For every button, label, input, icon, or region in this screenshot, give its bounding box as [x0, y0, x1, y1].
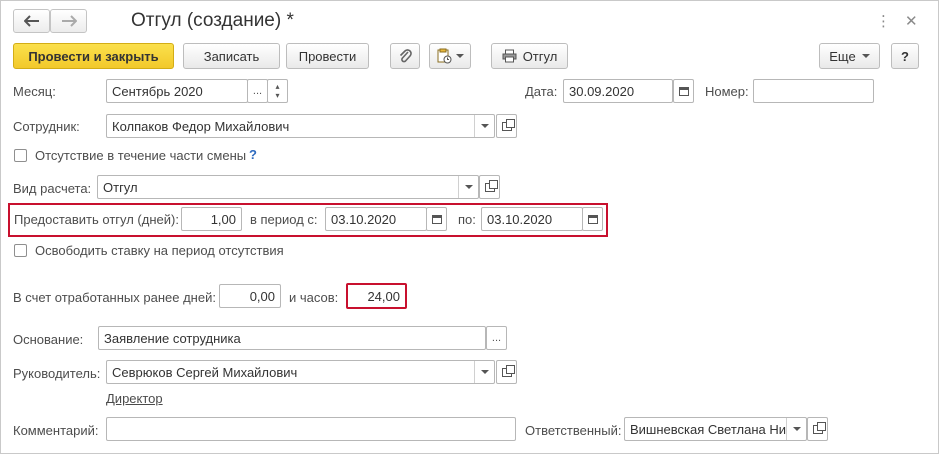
- close-icon[interactable]: ✕: [905, 12, 918, 30]
- hours-label: и часов:: [289, 290, 339, 305]
- manager-label: Руководитель:: [13, 366, 101, 381]
- month-select-button[interactable]: ...: [247, 79, 268, 103]
- number-label: Номер:: [705, 84, 749, 99]
- save-button[interactable]: Записать: [183, 43, 280, 69]
- comment-field[interactable]: [106, 417, 516, 441]
- grant-days-field[interactable]: 1,00: [181, 207, 242, 231]
- more-button[interactable]: Еще: [819, 43, 880, 69]
- release-rate-checkbox[interactable]: [14, 244, 27, 257]
- responsible-open-button[interactable]: [807, 417, 828, 441]
- period-from-label: в период с:: [250, 212, 318, 227]
- calc-type-label: Вид расчета:: [13, 181, 92, 196]
- attach-button[interactable]: [390, 43, 420, 69]
- basis-field[interactable]: Заявление сотрудника: [98, 326, 486, 350]
- back-button[interactable]: [13, 9, 50, 33]
- forward-button[interactable]: [50, 9, 87, 33]
- date-calendar-button[interactable]: [673, 79, 694, 103]
- worked-days-field[interactable]: 0,00: [219, 284, 281, 308]
- chevron-down-icon: [464, 185, 473, 189]
- down-arrow-icon: ▾: [275, 91, 280, 100]
- date-field[interactable]: 30.09.2020: [563, 79, 673, 103]
- responsible-value: Вишневская Светлана Ни: [630, 421, 786, 437]
- document-add-icon: [437, 48, 452, 64]
- calendar-icon: [678, 86, 689, 96]
- period-from-field[interactable]: 03.10.2020: [325, 207, 427, 231]
- period-to-calendar-button[interactable]: [582, 207, 603, 231]
- printer-icon: [502, 49, 517, 63]
- worked-days-label: В счет отработанных ранее дней:: [13, 290, 216, 305]
- month-stepper[interactable]: ▴ ▾: [267, 79, 288, 103]
- open-icon: [501, 118, 515, 131]
- calc-type-value: Отгул: [103, 179, 138, 195]
- chevron-down-icon: [861, 54, 870, 58]
- window-title: Отгул (создание) *: [131, 10, 294, 31]
- grant-days-label: Предоставить отгул (дней):: [14, 212, 179, 227]
- help-button[interactable]: ?: [891, 43, 919, 69]
- calendar-icon: [431, 214, 442, 224]
- calendar-icon: [587, 214, 598, 224]
- more-actions-icon[interactable]: ⋮: [876, 12, 891, 30]
- post-button[interactable]: Провести: [286, 43, 369, 69]
- chevron-down-icon: [456, 54, 464, 58]
- period-to-label: по:: [458, 212, 476, 227]
- more-label: Еще: [829, 48, 856, 64]
- create-based-on-button[interactable]: [429, 43, 471, 69]
- partial-shift-help-icon[interactable]: ?: [249, 147, 257, 162]
- number-field[interactable]: [753, 79, 874, 103]
- chevron-down-icon: [480, 124, 489, 128]
- paperclip-icon: [399, 49, 412, 63]
- date-label: Дата:: [525, 84, 558, 99]
- manager-position-link[interactable]: Директор: [106, 391, 163, 406]
- hours-field[interactable]: 24,00: [346, 283, 407, 309]
- partial-shift-label: Отсутствие в течение части смены: [35, 148, 247, 163]
- print-label: Отгул: [522, 48, 558, 64]
- manager-value: Севрюков Сергей Михайлович: [112, 364, 298, 380]
- responsible-label: Ответственный:: [525, 423, 622, 438]
- employee-open-button[interactable]: [496, 114, 517, 138]
- comment-label: Комментарий:: [13, 423, 99, 438]
- chevron-down-icon: [480, 370, 489, 374]
- employee-label: Сотрудник:: [13, 119, 80, 134]
- basis-select-button[interactable]: ...: [486, 326, 507, 350]
- manager-open-button[interactable]: [496, 360, 517, 384]
- open-icon: [484, 179, 498, 192]
- calc-type-open-button[interactable]: [479, 175, 500, 199]
- period-from-calendar-button[interactable]: [426, 207, 447, 231]
- month-field[interactable]: Сентябрь 2020: [106, 79, 248, 103]
- release-rate-label: Освободить ставку на период отсутствия: [35, 243, 284, 258]
- partial-shift-checkbox[interactable]: [14, 149, 27, 162]
- post-and-close-button[interactable]: Провести и закрыть: [13, 43, 174, 69]
- up-arrow-icon: ▴: [275, 82, 280, 91]
- responsible-dropdown-button[interactable]: [786, 418, 806, 440]
- manager-field[interactable]: Севрюков Сергей Михайлович: [106, 360, 495, 384]
- month-label: Месяц:: [13, 84, 56, 99]
- basis-label: Основание:: [13, 332, 84, 347]
- calc-type-dropdown-button[interactable]: [458, 176, 478, 198]
- arrow-right-icon: [61, 15, 77, 27]
- manager-dropdown-button[interactable]: [474, 361, 494, 383]
- open-icon: [812, 421, 826, 434]
- calc-type-field[interactable]: Отгул: [97, 175, 479, 199]
- employee-value: Колпаков Федор Михайлович: [112, 118, 290, 134]
- open-icon: [501, 364, 515, 377]
- chevron-down-icon: [792, 427, 801, 431]
- employee-field[interactable]: Колпаков Федор Михайлович: [106, 114, 495, 138]
- print-button[interactable]: Отгул: [491, 43, 568, 69]
- employee-dropdown-button[interactable]: [474, 115, 494, 137]
- responsible-field[interactable]: Вишневская Светлана Ни: [624, 417, 807, 441]
- arrow-left-icon: [23, 15, 39, 27]
- period-to-field[interactable]: 03.10.2020: [481, 207, 583, 231]
